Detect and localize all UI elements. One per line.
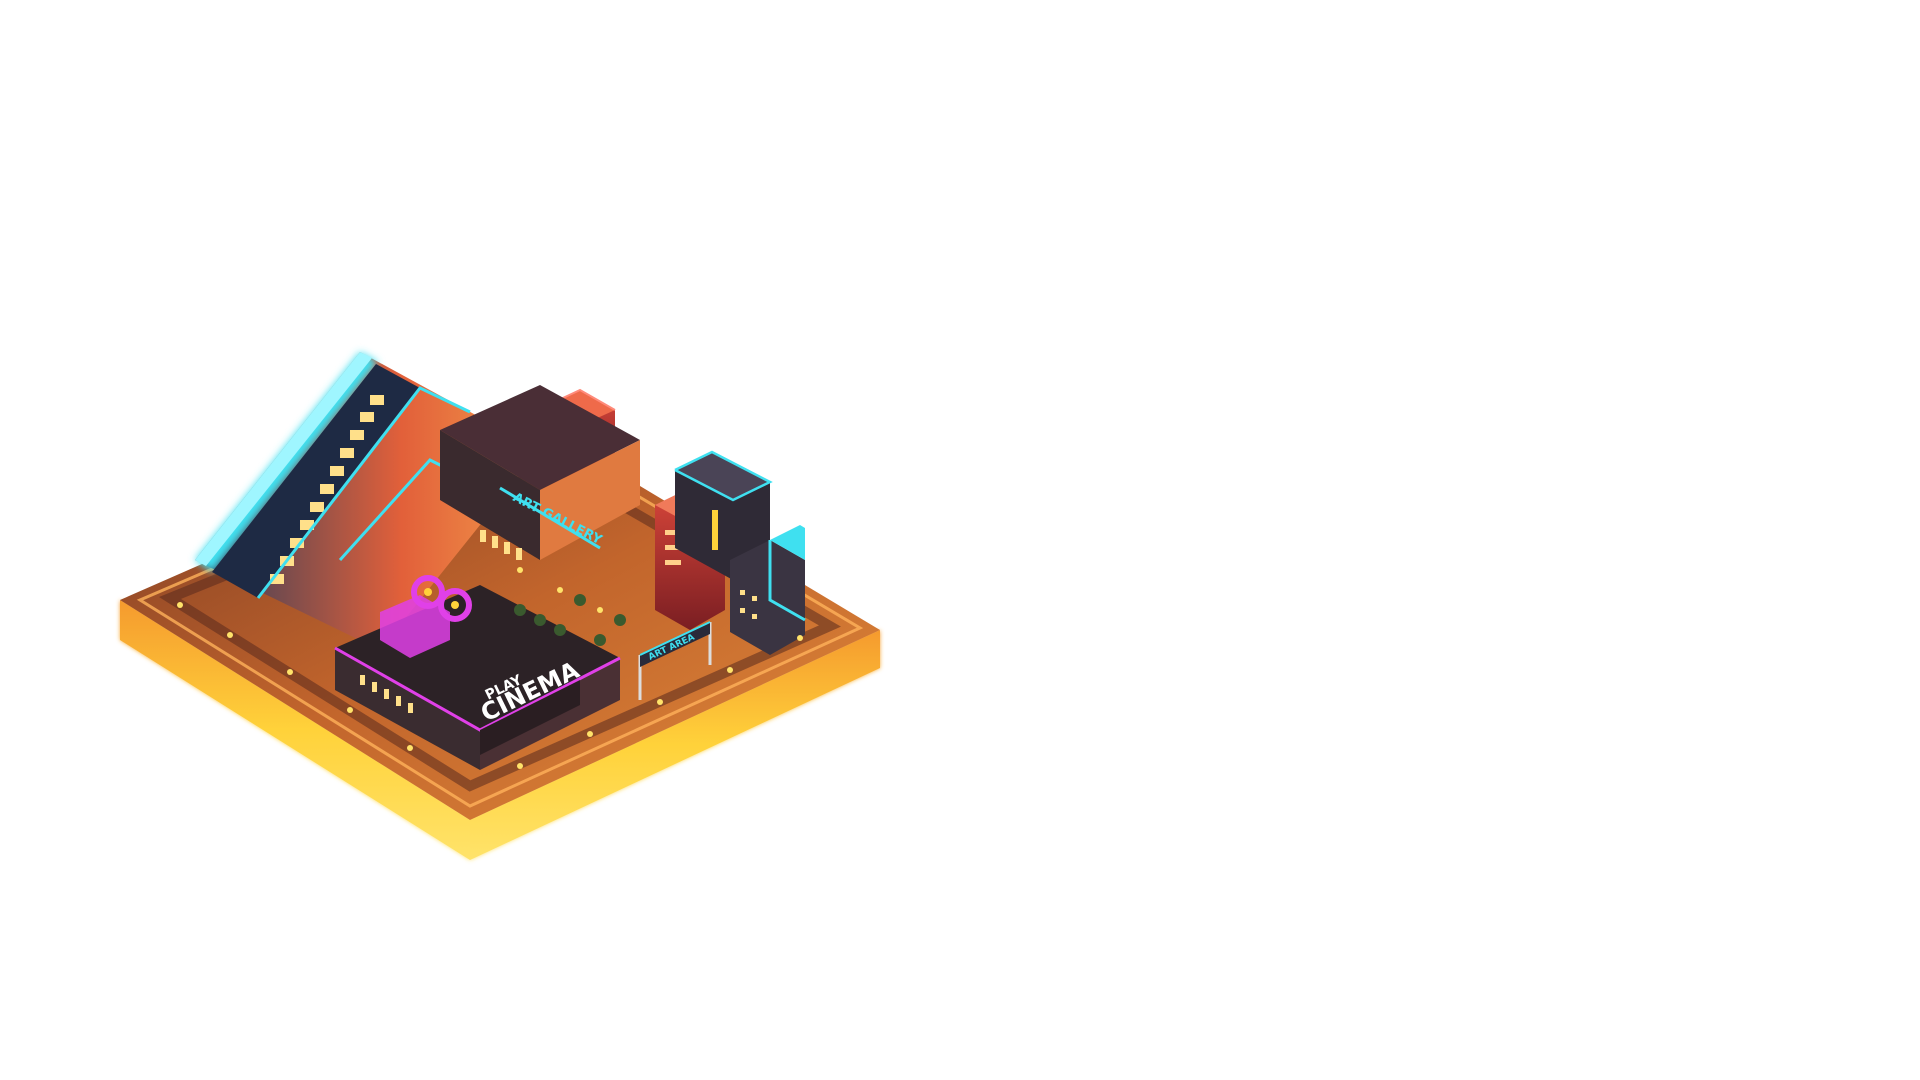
isometric-city-diorama: ART GALLERY PLAY CINEMA ART AREA [120, 352, 880, 860]
diorama-stage: ART GALLERY PLAY CINEMA ART AREA [0, 0, 1920, 1080]
